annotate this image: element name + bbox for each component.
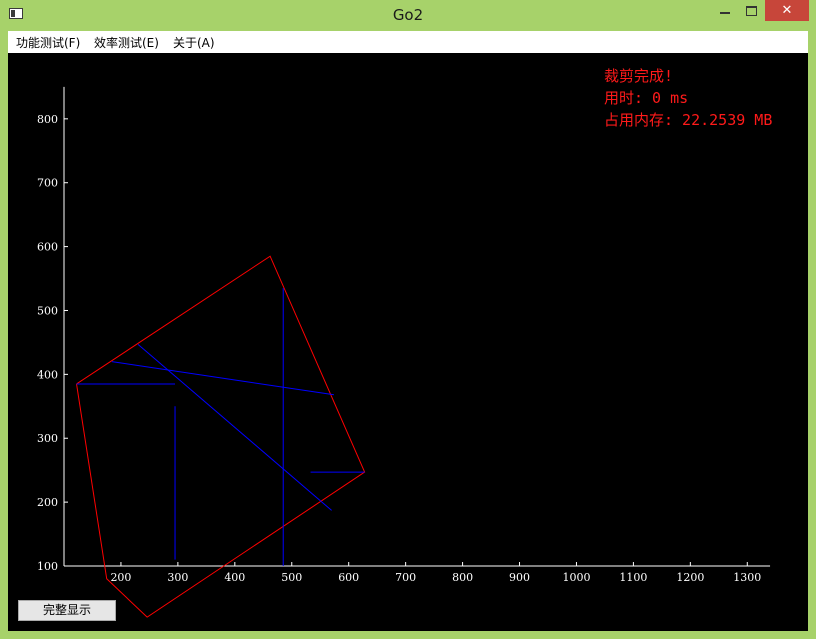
y-tick-label: 100 [37,560,58,573]
x-tick-label: 600 [338,571,359,584]
x-tick-label: 800 [452,571,473,584]
x-tick-label: 400 [224,571,245,584]
clip-polygon [76,255,366,618]
menu-function-test[interactable]: 功能测试(F) [16,34,80,51]
clipping-plot: 200 300 400 500 600 700 800 900 1000 1100 1200 1300… [37,86,771,618]
close-button[interactable]: ✕ [765,0,809,21]
y-tick-label: 700 [37,177,58,190]
status-line-memory: 占用内存: 22.2539 MB [604,111,773,129]
x-tick-label: 200 [110,571,131,584]
maximize-button[interactable] [738,0,764,21]
x-tick-label: 1000 [562,571,590,584]
x-tick-label: 1300 [733,571,761,584]
menu-bar: 功能测试(F) 效率测试(E) 关于(A) [8,31,808,53]
y-tick-label: 300 [37,432,58,445]
menu-about[interactable]: 关于(A) [173,34,215,51]
x-tick-label: 300 [167,571,188,584]
window-title: Go2 [392,6,424,24]
status-line-time: 用时: 0 ms [604,89,689,107]
x-tick-label: 1100 [619,571,647,584]
drawing-canvas: 200 300 400 500 600 700 800 900 1000 1100 1200 1300… [8,53,808,631]
y-tick-label: 200 [37,496,58,509]
title-bar: Go2 ✕ [0,0,816,31]
menu-efficiency-test[interactable]: 效率测试(E) [94,34,159,51]
status-text: 裁剪完成! 用时: 0 ms 占用内存: 22.2539 MB [604,65,772,131]
x-tick-label: 700 [395,571,416,584]
full-display-button[interactable]: 完整显示 [18,600,116,621]
x-tick-label: 900 [509,571,530,584]
x-tick-label: 1200 [676,571,704,584]
y-tick-label: 600 [37,241,58,254]
y-tick-label: 800 [37,113,58,126]
clipped-segment [137,343,332,511]
status-line-clip-done: 裁剪完成! [604,67,674,85]
y-tick-label: 400 [37,368,58,381]
x-tick-label: 500 [281,571,302,584]
clipped-segment [111,361,334,396]
y-tick-label: 500 [37,304,58,317]
minimize-button[interactable] [712,0,738,21]
